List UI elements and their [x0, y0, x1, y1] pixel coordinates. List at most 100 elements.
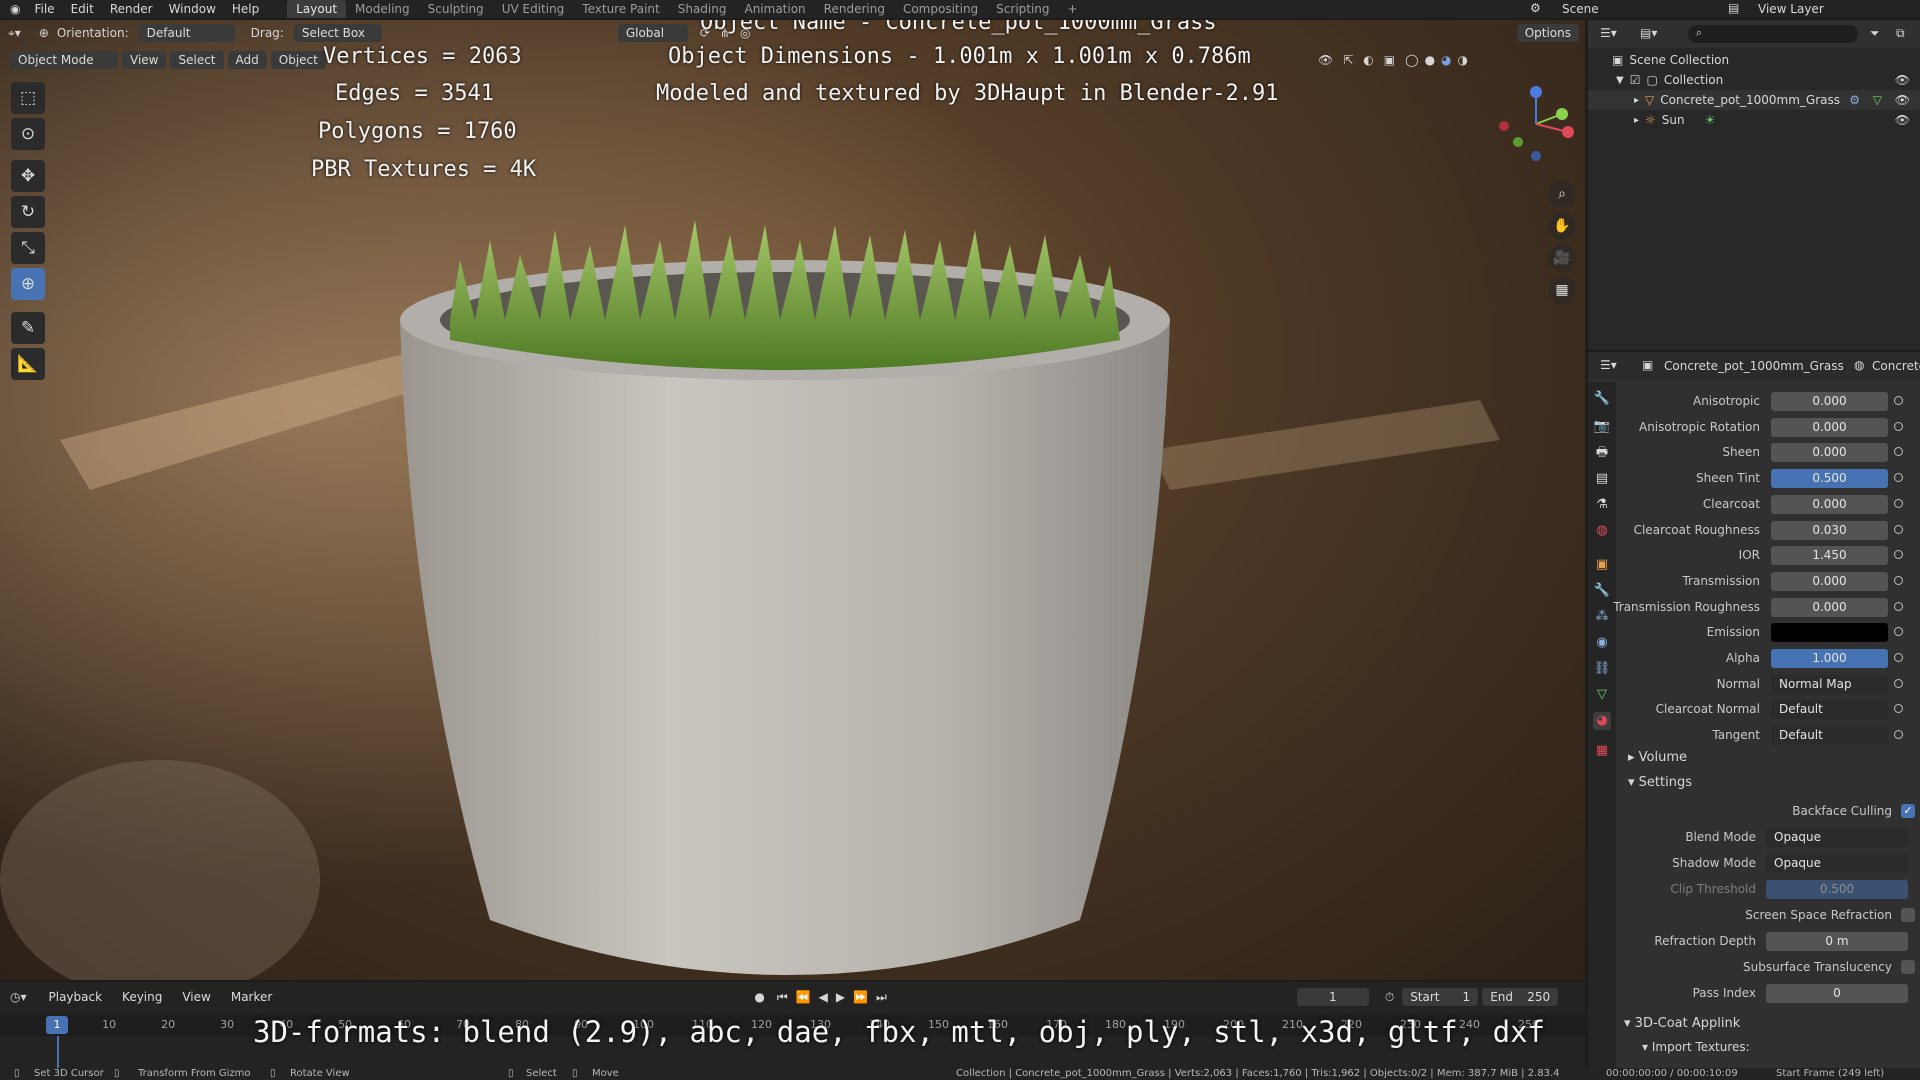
property-field[interactable] [1771, 623, 1888, 643]
constraints-tab-icon[interactable]: ⛓ [1593, 660, 1611, 678]
stopwatch-icon[interactable]: ⏱ [1385, 990, 1394, 1005]
link-socket-icon[interactable] [1894, 473, 1903, 483]
options-dropdown[interactable]: Options [1516, 24, 1579, 42]
scene-name[interactable]: Scene [1562, 2, 1599, 16]
editor-type-icon[interactable]: ⌖▾ [8, 26, 21, 41]
property-field[interactable]: 0.000 [1771, 392, 1888, 411]
backface-culling-checkbox[interactable]: ✓ [1901, 804, 1915, 818]
menu-help[interactable]: Help [224, 2, 267, 16]
tab-rendering[interactable]: Rendering [815, 0, 894, 18]
tab-modeling[interactable]: Modeling [346, 0, 419, 18]
wireframe-shading-icon[interactable]: ◯ [1405, 53, 1418, 67]
record-icon[interactable]: ● [754, 990, 764, 1004]
particles-tab-icon[interactable]: ⁂ [1593, 608, 1611, 626]
start-frame-field[interactable]: Start 1 [1402, 988, 1479, 1006]
link-socket-icon[interactable] [1894, 421, 1903, 431]
link-socket-icon[interactable] [1894, 704, 1903, 714]
next-keyframe-icon[interactable]: ⏩ [853, 990, 868, 1004]
menu-window[interactable]: Window [161, 2, 224, 16]
menu-playback[interactable]: Playback [41, 988, 111, 1006]
outliner-scene-collection[interactable]: ▣ Scene Collection [1588, 50, 1920, 70]
tab-shading[interactable]: Shading [669, 0, 736, 18]
outliner-item-pot[interactable]: ▸ ▽ Concrete_pot_1000mm_Grass ⚙ ▽ 👁 [1588, 90, 1920, 110]
link-socket-icon[interactable] [1894, 575, 1903, 585]
rendered-shading-icon[interactable]: ◑ [1458, 53, 1468, 67]
eye-icon[interactable]: 👁 [1895, 113, 1910, 127]
property-field[interactable]: 0.000 [1771, 597, 1888, 617]
data-tab-icon[interactable]: ▽ [1593, 686, 1611, 704]
refraction-depth-field[interactable]: 0 m [1766, 932, 1908, 951]
menu-keying[interactable]: Keying [114, 988, 170, 1006]
outliner-item-sun[interactable]: ▸ ☼ Sun ☀ 👁 [1588, 110, 1920, 130]
scale-tool[interactable]: ⤡ [11, 232, 45, 264]
property-field[interactable]: 0.030 [1771, 520, 1888, 540]
property-field[interactable]: 0.500 [1771, 469, 1888, 489]
xray-icon[interactable]: ▣ [1384, 53, 1395, 67]
gizmo-toggle-icon[interactable]: ⇱ [1343, 53, 1353, 67]
pass-index-field[interactable]: 0 [1766, 984, 1908, 1003]
play-reverse-icon[interactable]: ◀ [819, 990, 828, 1004]
tab-animation[interactable]: Animation [735, 0, 814, 18]
play-icon[interactable]: ▶ [836, 990, 845, 1004]
menu-add[interactable]: Add [227, 51, 267, 69]
clip-threshold-field[interactable]: 0.500 [1766, 880, 1908, 899]
tab-sculpting[interactable]: Sculpting [419, 0, 493, 18]
backface-culling-row[interactable]: Backface Culling ✓ [1616, 800, 1920, 822]
view-layer-tab-icon[interactable]: ▤ [1593, 470, 1611, 488]
timeline-editor-icon[interactable]: ◷▾ [10, 990, 27, 1004]
modifiers-tab-icon[interactable]: 🔧 [1593, 582, 1611, 600]
jump-start-icon[interactable]: ⏮ [777, 990, 788, 1005]
world-tab-icon[interactable]: ◍ [1593, 522, 1611, 540]
menu-marker[interactable]: Marker [223, 988, 280, 1006]
outliner-collection[interactable]: ▼ ☑ ▢ Collection 👁 [1588, 70, 1920, 90]
link-socket-icon[interactable] [1894, 601, 1903, 611]
property-field[interactable]: Normal Map [1771, 674, 1888, 694]
property-field[interactable]: Default [1771, 726, 1888, 746]
rotate-tool[interactable]: ↻ [11, 196, 45, 228]
drag-dropdown[interactable]: Select Box [293, 24, 382, 42]
property-field[interactable]: 1.450 [1771, 546, 1888, 566]
transform-orientation-icon[interactable]: ⊕ [39, 26, 49, 40]
link-socket-icon[interactable] [1894, 447, 1903, 457]
tab-compositing[interactable]: Compositing [894, 0, 987, 18]
screen-space-refraction-checkbox[interactable] [1901, 908, 1915, 922]
blender-logo-icon[interactable]: ◉ [0, 2, 26, 16]
property-field[interactable]: 0.000 [1771, 571, 1888, 591]
annotate-tool[interactable]: ✎ [11, 312, 45, 344]
menu-file[interactable]: File [26, 2, 62, 16]
expand-arrow-icon[interactable]: ▸ [1634, 95, 1639, 106]
screen-space-refraction-row[interactable]: Screen Space Refraction [1616, 904, 1920, 926]
transform-tool[interactable]: ⊕ [11, 268, 45, 300]
filter-icon[interactable]: ⏷ [1870, 26, 1880, 41]
link-socket-icon[interactable] [1894, 678, 1903, 688]
property-field[interactable]: 1.000 [1771, 649, 1888, 668]
render-tab-icon[interactable]: 📷 [1593, 418, 1611, 436]
jump-end-icon[interactable]: ⏭ [876, 990, 887, 1005]
prev-keyframe-icon[interactable]: ⏪ [796, 990, 811, 1004]
mode-dropdown[interactable]: Object Mode [10, 51, 118, 69]
scene-icon[interactable]: ⚙ [1530, 1, 1541, 15]
property-field[interactable]: 0.000 [1771, 494, 1888, 514]
section-applink[interactable]: ▾ 3D-Coat Applink [1624, 1016, 1740, 1031]
link-socket-icon[interactable] [1894, 524, 1903, 534]
tab-scripting[interactable]: Scripting [987, 0, 1058, 18]
tool-tab-icon[interactable]: 🔧 [1593, 390, 1611, 408]
camera-view-icon[interactable]: 🎥 [1548, 244, 1576, 272]
transform-space-dropdown[interactable]: Global [617, 24, 688, 42]
zoom-icon[interactable]: ⌕ [1548, 180, 1576, 208]
tab-layout[interactable]: Layout [287, 0, 347, 18]
solid-shading-icon[interactable]: ● [1425, 53, 1435, 67]
property-field[interactable]: Default [1771, 700, 1888, 720]
view-layer-icon[interactable]: ▤ [1728, 1, 1739, 15]
menu-view[interactable]: View [122, 51, 167, 69]
outliner-search-input[interactable]: ⌕ [1688, 25, 1858, 43]
move-tool[interactable]: ✥ [11, 160, 45, 192]
eye-icon[interactable]: 👁 [1895, 73, 1910, 87]
section-settings[interactable]: ▾ Settings [1628, 775, 1692, 790]
expand-arrow-icon[interactable]: ▸ [1634, 115, 1639, 126]
subsurface-translucency-checkbox[interactable] [1901, 960, 1915, 974]
material-shading-icon[interactable]: ◕ [1441, 53, 1451, 67]
property-field[interactable]: 0.000 [1771, 443, 1888, 463]
add-workspace-button[interactable]: + [1059, 0, 1087, 18]
new-collection-icon[interactable]: ⧉ [1896, 26, 1905, 41]
